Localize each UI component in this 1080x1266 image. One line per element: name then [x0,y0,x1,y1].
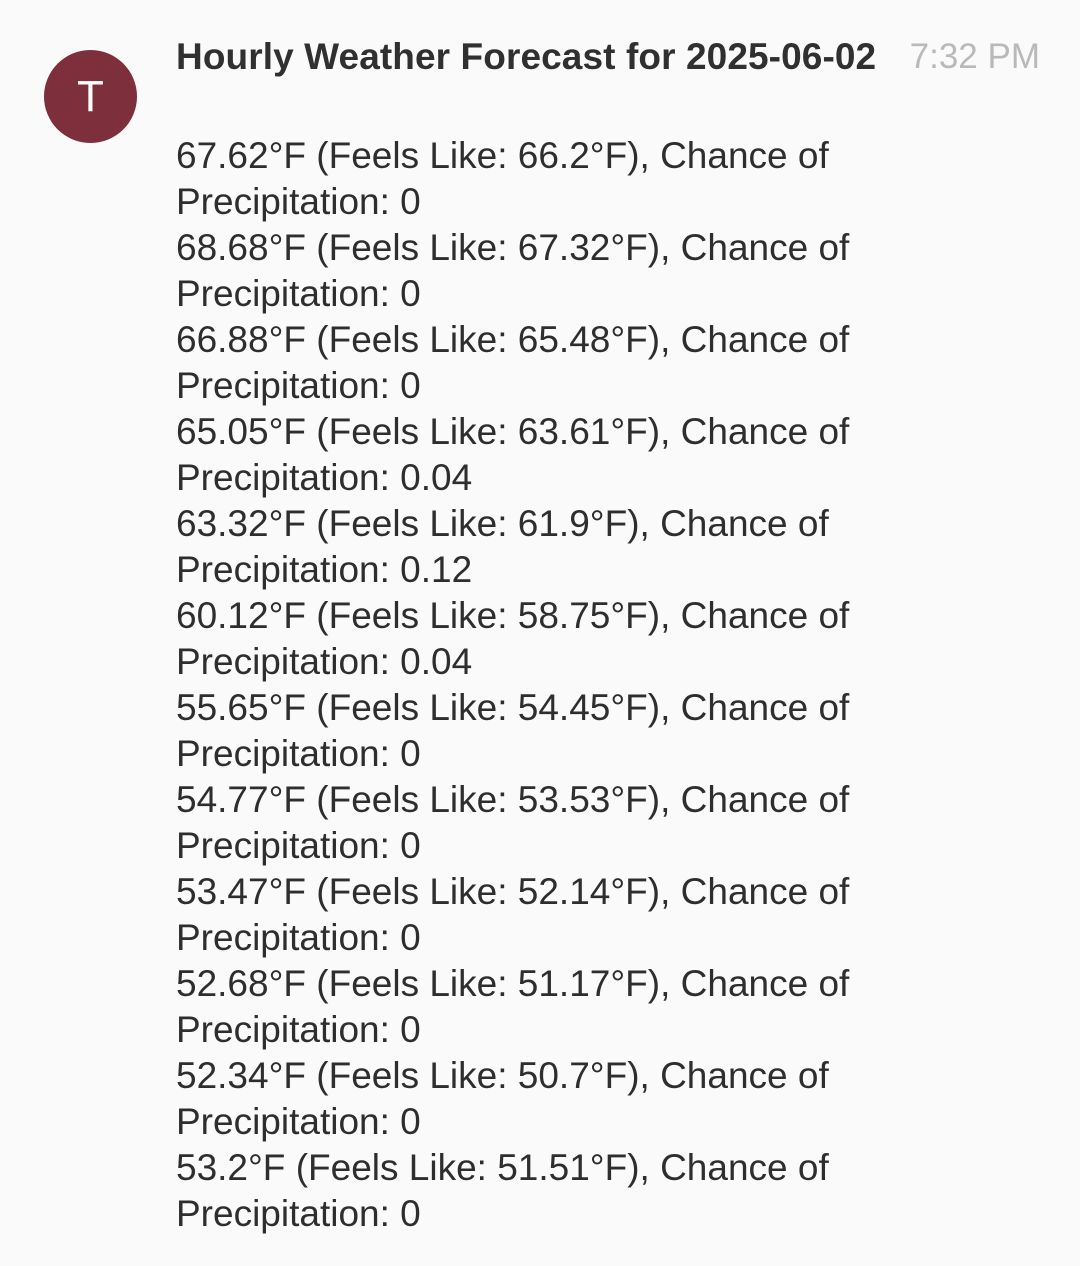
message-line: Precipitation: 0.04 [176,641,473,682]
message-line: Precipitation: 0 [176,181,421,222]
message-body: 67.62°F (Feels Like: 66.2°F), Chance of … [176,133,896,1237]
message-line: Precipitation: 0 [176,365,421,406]
message-line: Precipitation: 0 [176,1009,421,1050]
message-line: Precipitation: 0 [176,1101,421,1142]
message-line: Precipitation: 0 [176,1193,421,1234]
message-line: 68.68°F (Feels Like: 67.32°F), Chance of [176,227,850,268]
message-line: Precipitation: 0.12 [176,549,473,590]
message-line: Precipitation: 0 [176,733,421,774]
message-line: 52.34°F (Feels Like: 50.7°F), Chance of [176,1055,829,1096]
message-line: 54.77°F (Feels Like: 53.53°F), Chance of [176,779,850,820]
message-line: 53.2°F (Feels Like: 51.51°F), Chance of [176,1147,829,1188]
message-line: 53.47°F (Feels Like: 52.14°F), Chance of [176,871,850,912]
message-line: 67.62°F (Feels Like: 66.2°F), Chance of [176,135,829,176]
message-line: 63.32°F (Feels Like: 61.9°F), Chance of [176,503,829,544]
message-timestamp: 7:32 PM [909,37,1040,76]
message-line: 52.68°F (Feels Like: 51.17°F), Chance of [176,963,850,1004]
message-header: Hourly Weather Forecast for 2025-06-02 7… [176,34,1046,84]
message-line: 66.88°F (Feels Like: 65.48°F), Chance of [176,319,850,360]
message-line: Precipitation: 0 [176,273,421,314]
message-line: Precipitation: 0 [176,917,421,958]
sender-avatar[interactable]: T [44,50,137,143]
message-title: Hourly Weather Forecast for 2025-06-02 [176,36,877,77]
message-line: Precipitation: 0 [176,825,421,866]
message-line: 55.65°F (Feels Like: 54.45°F), Chance of [176,687,850,728]
message-line: 65.05°F (Feels Like: 63.61°F), Chance of [176,411,850,452]
message-line: Precipitation: 0.04 [176,457,473,498]
message-line: 60.12°F (Feels Like: 58.75°F), Chance of [176,595,850,636]
sender-initial: T [77,71,104,121]
message-item[interactable]: T Hourly Weather Forecast for 2025-06-02… [0,0,1080,1266]
